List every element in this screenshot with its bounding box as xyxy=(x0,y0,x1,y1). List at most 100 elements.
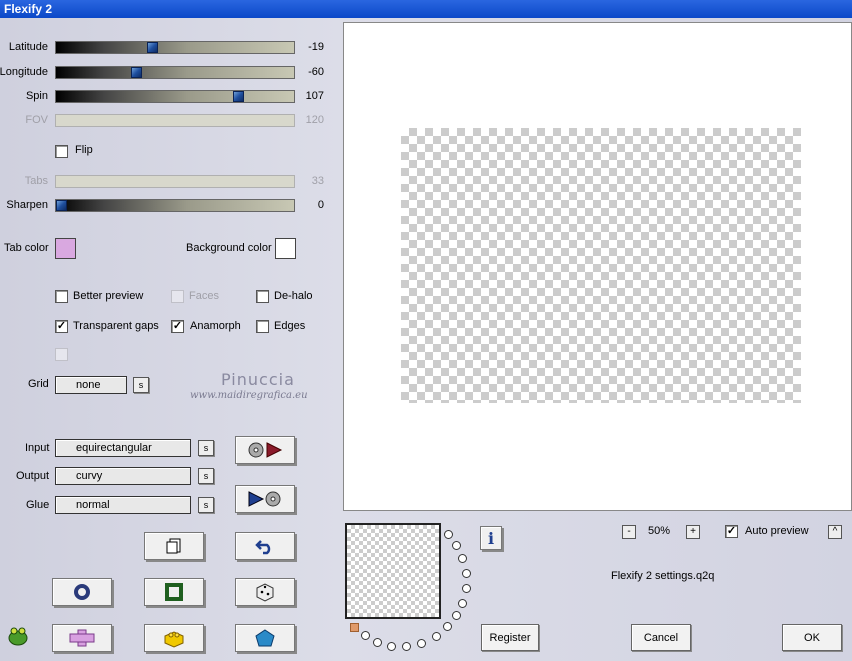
output-field[interactable]: curvy xyxy=(55,467,191,485)
grid-field[interactable]: none xyxy=(55,376,127,394)
sharpen-slider[interactable] xyxy=(55,199,295,212)
glue-s-button[interactable]: s xyxy=(198,497,214,513)
cross-icon xyxy=(69,629,95,647)
input-label: Input xyxy=(25,442,50,454)
longitude-slider-thumb[interactable] xyxy=(131,67,142,78)
info-icon: i xyxy=(487,528,495,548)
edges-label: Edges xyxy=(274,320,306,332)
spin-slider[interactable] xyxy=(55,90,295,103)
zoom-in-button[interactable]: + xyxy=(686,525,700,539)
latitude-slider-thumb[interactable] xyxy=(147,42,158,53)
longitude-slider[interactable] xyxy=(55,66,295,79)
copy-icon xyxy=(166,538,181,554)
anamorph-checkbox[interactable]: ✓ xyxy=(171,320,184,333)
tabs-label: Tabs xyxy=(24,175,48,187)
register-button[interactable]: Register xyxy=(481,624,539,651)
spin-value: 107 xyxy=(305,90,324,102)
zoom-ring-dot[interactable] xyxy=(432,632,441,641)
watermark-url: www.maidiregrafica.eu xyxy=(190,390,308,401)
spin-label: Spin xyxy=(25,90,48,102)
zoom-ring-dot[interactable] xyxy=(361,631,370,640)
better-preview-checkbox[interactable] xyxy=(55,290,68,303)
flip-checkbox[interactable] xyxy=(55,145,68,158)
dice-icon xyxy=(256,583,274,602)
zoom-out-button[interactable]: - xyxy=(622,525,636,539)
latitude-label: Latitude xyxy=(8,41,48,53)
thumbnail-image xyxy=(347,525,439,617)
navigator-thumbnail[interactable] xyxy=(345,523,441,619)
disabled-checkbox xyxy=(55,348,68,361)
zoom-ring-marker[interactable] xyxy=(350,623,359,632)
preview-area[interactable] xyxy=(343,22,852,511)
sharpen-slider-thumb[interactable] xyxy=(56,200,67,211)
tab-color-label: Tab color xyxy=(4,242,49,254)
copy-button[interactable] xyxy=(144,532,204,560)
transparent-gaps-label: Transparent gaps xyxy=(73,320,159,332)
brick-preset-button[interactable] xyxy=(144,624,204,652)
info-button[interactable]: i xyxy=(480,526,502,550)
square-frame-icon xyxy=(165,583,183,601)
zoom-ring-dot[interactable] xyxy=(462,569,471,578)
spin-slider-thumb[interactable] xyxy=(233,91,244,102)
sharpen-value: 0 xyxy=(317,199,324,211)
input-field[interactable]: equirectangular xyxy=(55,439,191,457)
transparent-gaps-checkbox[interactable]: ✓ xyxy=(55,320,68,333)
auto-preview-checkbox[interactable]: ✓ xyxy=(725,525,738,538)
undo-icon xyxy=(255,540,271,555)
zoom-ring-dot[interactable] xyxy=(444,530,453,539)
glue-label: Glue xyxy=(26,499,50,511)
preview-image xyxy=(401,128,801,403)
input-s-button[interactable]: s xyxy=(198,440,214,456)
zoom-ring-dot[interactable] xyxy=(458,554,467,563)
de-halo-label: De-halo xyxy=(274,290,313,302)
edges-checkbox[interactable] xyxy=(256,320,269,333)
zoom-ring-dot[interactable] xyxy=(387,642,396,651)
brick-icon xyxy=(164,631,184,648)
frog-logo-icon xyxy=(6,624,30,651)
background-color-label: Background color xyxy=(186,242,272,254)
latitude-value: -19 xyxy=(308,41,324,53)
zoom-ring-dot[interactable] xyxy=(462,584,471,593)
arrow-to-disc-icon xyxy=(248,491,281,507)
watermark-name: Pinuccia xyxy=(221,370,295,389)
random-button[interactable] xyxy=(235,578,295,606)
output-s-button[interactable]: s xyxy=(198,468,214,484)
anamorph-label: Anamorph xyxy=(190,320,241,332)
zoom-ring-dot[interactable] xyxy=(458,599,467,608)
output-to-file-button[interactable] xyxy=(235,485,295,513)
tabs-value: 33 xyxy=(311,175,324,187)
cross-preset-button[interactable] xyxy=(52,624,112,652)
ok-button[interactable]: OK xyxy=(782,624,842,651)
glue-field[interactable]: normal xyxy=(55,496,191,514)
window-title: Flexify 2 xyxy=(0,0,852,18)
faces-label: Faces xyxy=(189,290,219,302)
better-preview-label: Better preview xyxy=(73,290,144,302)
zoom-ring-dot[interactable] xyxy=(402,642,411,651)
input-to-preview-button[interactable] xyxy=(235,436,295,464)
de-halo-checkbox[interactable] xyxy=(256,290,269,303)
tab-color-swatch[interactable] xyxy=(55,238,76,259)
ring-preset-button[interactable] xyxy=(52,578,112,606)
collapse-button[interactable]: ^ xyxy=(828,525,842,539)
zoom-level: 50% xyxy=(648,525,671,537)
zoom-ring-dot[interactable] xyxy=(443,622,452,631)
pentagon-preset-button[interactable] xyxy=(235,624,295,652)
disc-to-arrow-icon xyxy=(248,442,283,458)
undo-button[interactable] xyxy=(235,532,295,560)
fov-label: FOV xyxy=(25,114,48,126)
pentagon-icon xyxy=(255,629,275,647)
longitude-label: Longitude xyxy=(0,66,48,78)
latitude-slider[interactable] xyxy=(55,41,295,54)
longitude-value: -60 xyxy=(308,66,324,78)
settings-filename: Flexify 2 settings.q2q xyxy=(611,570,715,582)
zoom-ring-dot[interactable] xyxy=(417,639,426,648)
zoom-ring-dot[interactable] xyxy=(452,611,461,620)
grid-s-button[interactable]: s xyxy=(133,377,149,393)
zoom-ring-dot[interactable] xyxy=(452,541,461,550)
sharpen-label: Sharpen xyxy=(6,199,48,211)
cancel-button[interactable]: Cancel xyxy=(631,624,691,651)
square-preset-button[interactable] xyxy=(144,578,204,606)
zoom-ring-dot[interactable] xyxy=(373,638,382,647)
background-color-swatch[interactable] xyxy=(275,238,296,259)
tabs-slider xyxy=(55,175,295,188)
